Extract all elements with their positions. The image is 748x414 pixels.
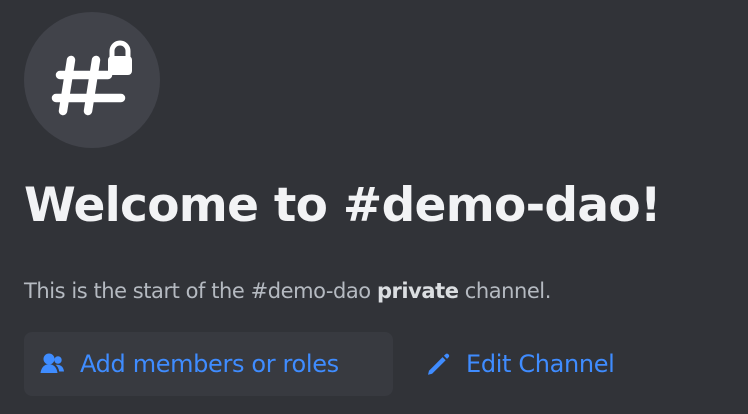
channel-welcome-title: Welcome to #demo-dao!	[24, 178, 661, 233]
channel-start-description: This is the start of the #demo-dao priva…	[24, 274, 551, 308]
description-suffix: channel.	[458, 279, 552, 303]
add-members-or-roles-label: Add members or roles	[80, 350, 339, 378]
private-channel-avatar	[24, 12, 160, 148]
pencil-icon	[424, 350, 452, 378]
edit-channel-label: Edit Channel	[466, 350, 615, 378]
edit-channel-button[interactable]: Edit Channel	[416, 332, 654, 396]
description-channel-name: #demo-dao	[250, 279, 372, 303]
people-icon	[38, 350, 66, 378]
private-hashtag-icon	[51, 40, 132, 116]
channel-actions: Add members or roles Edit Channel	[24, 332, 734, 396]
private-label: private	[376, 279, 459, 303]
add-members-or-roles-button[interactable]: Add members or roles	[24, 332, 393, 396]
channel-welcome-section: Welcome to #demo-dao! This is the start …	[24, 12, 734, 402]
description-prefix: This is the start of the	[24, 279, 251, 303]
